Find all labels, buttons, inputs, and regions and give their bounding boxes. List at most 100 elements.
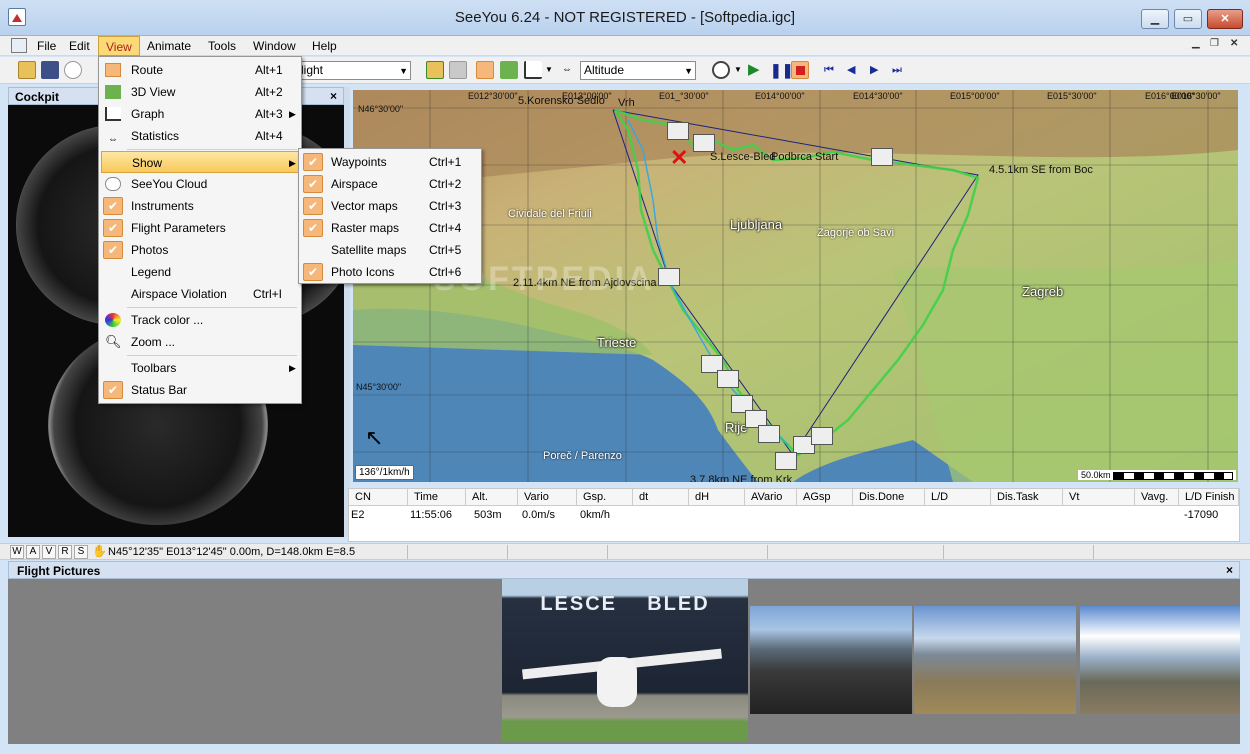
maximize-button[interactable]: ▭ (1174, 9, 1202, 29)
view-menu-legend[interactable]: Legend (101, 261, 299, 283)
view-menu-3d-view[interactable]: 3D View Alt+2 (101, 81, 299, 103)
waypoint-podbrca-label[interactable]: Podbrca Start (771, 151, 838, 163)
status-toggle-r[interactable]: R (58, 545, 72, 559)
view-menu-photos[interactable]: ✔ Photos (101, 239, 299, 261)
minimize-button[interactable]: ▁ (1141, 9, 1169, 29)
column-header[interactable]: Vt (1063, 489, 1135, 506)
cockpit-close-icon[interactable]: × (330, 89, 337, 103)
mdi-restore-icon[interactable]: ❐ (1210, 38, 1219, 49)
waypoint-4-label[interactable]: 4.5.1km SE from Boc (989, 164, 1093, 176)
view-menu-status-bar[interactable]: ✔ Status Bar (101, 379, 299, 401)
view-menu-show[interactable]: Show ▶ (101, 151, 299, 173)
import-icon[interactable] (426, 61, 444, 79)
view-menu-graph[interactable]: Graph Alt+3 ▶ (101, 103, 299, 125)
column-header[interactable]: AGsp (797, 489, 853, 506)
view-menu-flight-parameters[interactable]: ✔ Flight Parameters (101, 217, 299, 239)
3d-view-icon[interactable] (500, 61, 518, 79)
view-menu-track-color[interactable]: Track color ... (101, 309, 299, 331)
waypoint-3-label[interactable]: 3.7.8km NE from Krk (690, 474, 792, 482)
document-icon[interactable] (11, 38, 27, 53)
status-toggle-v[interactable]: V (42, 545, 56, 559)
photo-marker-icon[interactable] (658, 268, 680, 286)
photo-hangar[interactable]: LESCE BLED (502, 579, 748, 741)
graph-parameter-select[interactable]: Altitude ▼ (580, 61, 696, 80)
waypoint-vrh-label[interactable]: Vrh (618, 97, 635, 109)
photo-cockpit-mountains[interactable] (750, 606, 912, 714)
menu-help[interactable]: Help (305, 36, 344, 56)
photo-marker-icon[interactable] (717, 370, 739, 388)
clock-dropdown-icon[interactable]: ▼ (734, 65, 742, 74)
show-vector-maps[interactable]: ✔ Vector maps Ctrl+3 (301, 195, 479, 217)
save-icon[interactable] (41, 61, 59, 79)
flight-select[interactable]: t Flight ▼ (283, 61, 411, 80)
view-menu-airspace-violation[interactable]: Airspace Violation Ctrl+I (101, 283, 299, 305)
flight-pictures-close-icon[interactable]: × (1226, 563, 1233, 577)
waypoint-5-label[interactable]: 5.Korensko Sedlo (518, 95, 605, 107)
menu-file[interactable]: File (30, 36, 63, 56)
step-forward-icon[interactable]: ▶ (870, 61, 888, 79)
photo-marker-icon[interactable] (811, 427, 833, 445)
photo-aerial-clouds[interactable] (1080, 606, 1240, 714)
menu-tools[interactable]: Tools (201, 36, 243, 56)
play-icon[interactable]: ▶ (748, 61, 766, 79)
menu-edit[interactable]: Edit (62, 36, 97, 56)
column-header[interactable]: AVario (745, 489, 797, 506)
view-menu-statistics[interactable]: ⇔ Statistics Alt+4 (101, 125, 299, 147)
show-airspace[interactable]: ✔ Airspace Ctrl+2 (301, 173, 479, 195)
menu-separator (127, 307, 297, 308)
close-button[interactable]: ✕ (1207, 9, 1243, 29)
photo-marker-icon[interactable] (775, 452, 797, 470)
show-satellite-maps[interactable]: Satellite maps Ctrl+5 (301, 239, 479, 261)
column-header[interactable]: Time (408, 489, 466, 506)
mdi-minimize-icon[interactable]: ▁ (1192, 38, 1200, 49)
last-frame-icon[interactable]: ⏭ (892, 61, 910, 79)
stop-button[interactable] (791, 61, 809, 79)
show-photo-icons[interactable]: ✔ Photo Icons Ctrl+6 (301, 261, 479, 283)
mdi-close-icon[interactable]: ✕ (1230, 38, 1238, 49)
photo-aerial-valley[interactable] (914, 606, 1076, 714)
menu-window[interactable]: Window (246, 36, 303, 56)
pause-icon[interactable]: ❚❚ (770, 61, 793, 79)
view-menu-route[interactable]: Route Alt+1 (101, 59, 299, 81)
view-menu-toolbars[interactable]: Toolbars ▶ (101, 357, 299, 379)
graph-dropdown-icon[interactable]: ▼ (545, 65, 553, 74)
column-header[interactable]: dt (633, 489, 689, 506)
photo-marker-icon[interactable] (667, 122, 689, 140)
export-icon[interactable] (449, 61, 467, 79)
column-header[interactable]: L/D Finish (1179, 489, 1239, 506)
photo-marker-icon[interactable] (758, 425, 780, 443)
status-toggle-a[interactable]: A (26, 545, 40, 559)
cloud-icon[interactable] (64, 61, 82, 79)
view-menu-instruments[interactable]: ✔ Instruments (101, 195, 299, 217)
view-menu-seeyou-cloud[interactable]: SeeYou Cloud (101, 173, 299, 195)
show-raster-maps[interactable]: ✔ Raster maps Ctrl+4 (301, 217, 479, 239)
column-header[interactable]: Gsp. (577, 489, 633, 506)
photo-marker-icon[interactable] (693, 134, 715, 152)
clock-icon[interactable] (712, 61, 730, 79)
menu-animate[interactable]: Animate (140, 36, 198, 56)
step-back-icon[interactable]: ◀ (847, 61, 865, 79)
status-toggle-w[interactable]: W (10, 545, 24, 559)
column-header[interactable]: Alt. (466, 489, 518, 506)
column-header[interactable]: Dis.Done (853, 489, 925, 506)
statistics-icon[interactable]: ⇔ (558, 61, 576, 79)
column-header[interactable]: CN (349, 489, 408, 506)
status-toggle-s[interactable]: S (74, 545, 88, 559)
first-frame-icon[interactable]: ⏮ (824, 61, 842, 79)
column-header[interactable]: dH (689, 489, 745, 506)
column-header[interactable]: Vario (518, 489, 577, 506)
route-map[interactable]: E012°30'00" N46°30'00" E013°00'00" E01_°… (353, 90, 1238, 482)
column-header[interactable]: Dis.Task (991, 489, 1063, 506)
column-header[interactable]: L/D (925, 489, 991, 506)
menu-item-label: Raster maps (331, 221, 400, 235)
waypoint-start-label[interactable]: S.Lesce-Bled (710, 151, 775, 163)
view-menu-zoom[interactable]: 🔍︎ Zoom ... (101, 331, 299, 353)
photo-marker-icon[interactable] (871, 148, 893, 166)
column-header[interactable]: Vavg. (1135, 489, 1179, 506)
route-view-icon[interactable] (476, 61, 494, 79)
open-folder-icon[interactable] (18, 61, 36, 79)
menu-view[interactable]: View (98, 36, 140, 56)
show-waypoints[interactable]: ✔ Waypoints Ctrl+1 (301, 151, 479, 173)
start-x-icon[interactable]: ✕ (670, 145, 688, 171)
graph-icon[interactable] (524, 61, 542, 79)
